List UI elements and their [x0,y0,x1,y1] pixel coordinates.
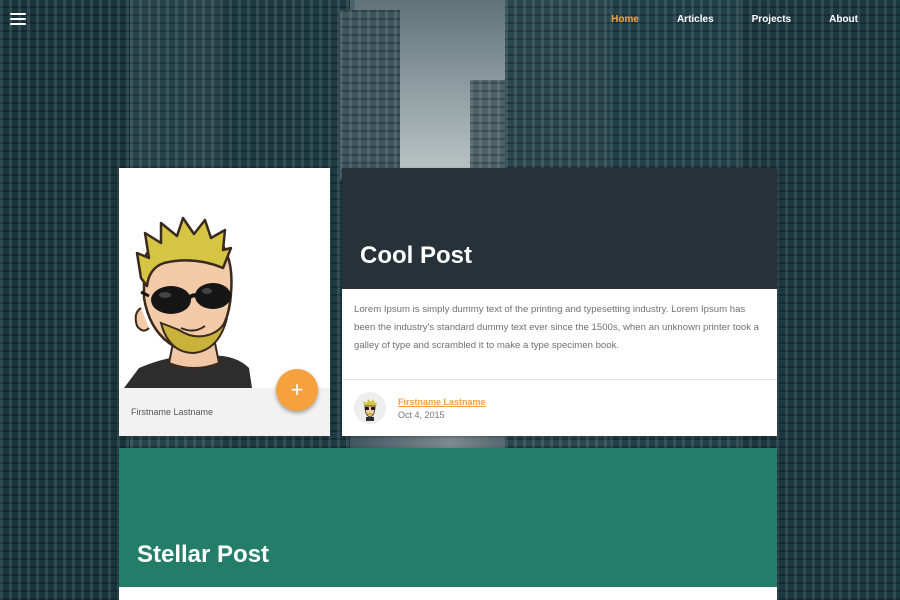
avatar-icon [354,392,386,424]
profile-name: Firstname Lastname [131,407,214,417]
plus-icon: + [290,377,304,402]
author-name-link[interactable]: Firstname Lastname [398,397,486,407]
stellar-post-title: Stellar Post [137,541,270,568]
nav-link-articles[interactable]: Articles [677,14,714,25]
post-card: Cool Post Lorem Ipsum is simply dummy te… [342,168,777,436]
nav-link-home[interactable]: Home [611,14,639,25]
nav-link-projects[interactable]: Projects [752,14,791,25]
stellar-post-body-start [119,587,777,600]
top-navbar: Home Articles Projects About [0,0,900,38]
post-title: Cool Post [360,242,472,269]
nav-links: Home Articles Projects About [573,14,858,25]
post-header: Cool Post [342,168,777,289]
cartoon-avatar-icon [124,216,252,388]
post-body-text: Lorem Ipsum is simply dummy text of the … [354,304,760,351]
stellar-post-card: Stellar Post [119,448,777,600]
nav-link-about[interactable]: About [829,14,858,25]
post-footer: Firstname Lastname Oct 4, 2015 [342,380,777,436]
add-fab-button[interactable]: + [276,369,318,411]
hamburger-menu-icon[interactable] [10,13,26,25]
profile-avatar-illustration [119,168,330,388]
post-date: Oct 4, 2015 [398,409,445,420]
author-meta: Firstname Lastname Oct 4, 2015 [398,397,486,420]
author-avatar [354,392,386,424]
